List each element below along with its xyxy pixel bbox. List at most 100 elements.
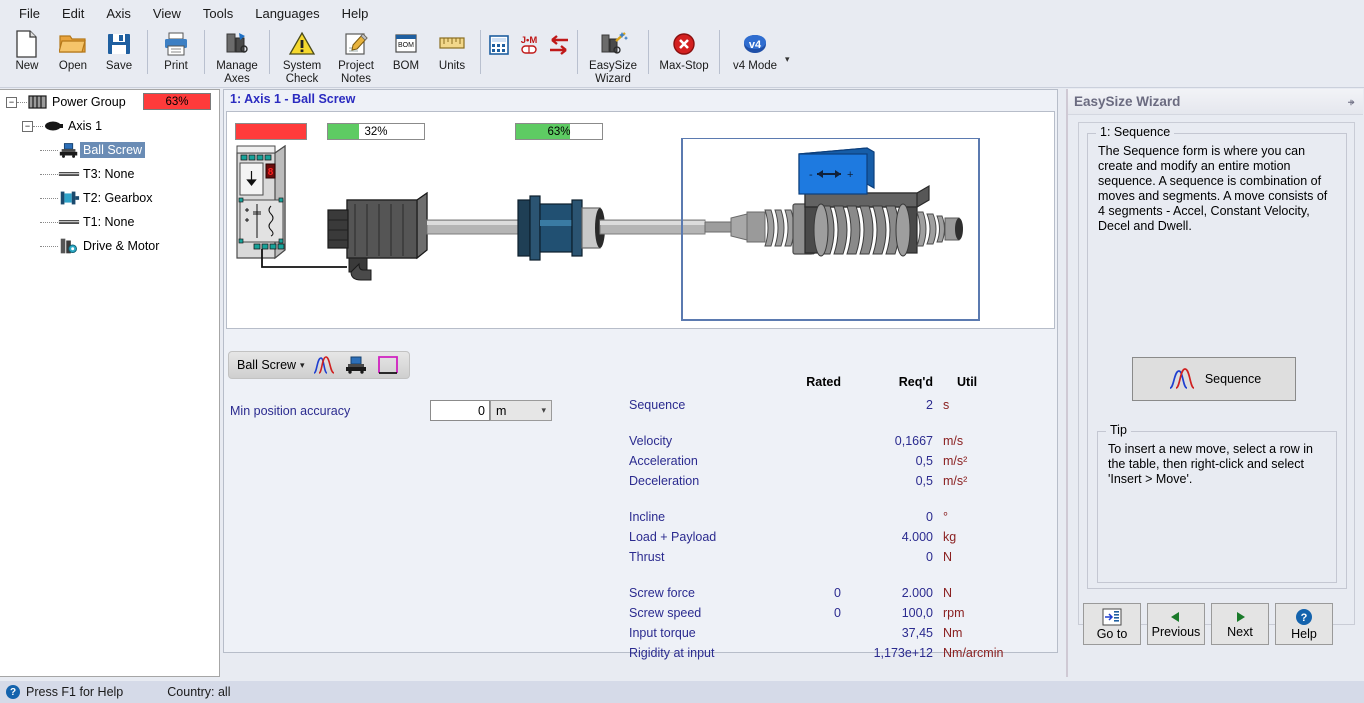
row-label: Screw speed bbox=[629, 606, 702, 620]
tree-node-t2-gearbox[interactable]: T2: Gearbox bbox=[0, 186, 219, 210]
easysize-wizard-panel: EasySize Wizard ⍆ 1: Sequence The Sequen… bbox=[1066, 89, 1363, 677]
v4-mode-dropdown-caret[interactable]: ▾ bbox=[785, 26, 790, 65]
tree-node-t3[interactable]: T3: None bbox=[0, 162, 219, 186]
tree-node-power-group[interactable]: − Power Group 63% bbox=[0, 90, 219, 114]
toolbar-open-button[interactable]: Open bbox=[50, 26, 96, 84]
arrows-swap-icon[interactable] bbox=[546, 32, 572, 58]
previous-button[interactable]: Previous bbox=[1147, 603, 1205, 645]
component-toolbar-caret[interactable]: ▾ bbox=[300, 360, 305, 371]
v4-badge-icon: v4 bbox=[742, 29, 768, 59]
row-reqd: 0,1667 bbox=[894, 434, 933, 448]
toolbar-separator-7 bbox=[719, 30, 720, 74]
table-row: Deceleration 0,5 m/s² bbox=[629, 471, 1049, 491]
warning-triangle-icon bbox=[288, 29, 316, 59]
jm-convert-icon[interactable]: J•M bbox=[516, 32, 542, 58]
tree-node-t3-label: T3: None bbox=[83, 167, 135, 181]
wizard-tip-text: To insert a new move, select a row in th… bbox=[1108, 442, 1313, 486]
menu-item-languages[interactable]: Languages bbox=[244, 2, 330, 25]
toolbar-save-button[interactable]: Save bbox=[96, 26, 142, 84]
gearbox-graphic bbox=[517, 195, 605, 261]
toolbar-project-notes-button[interactable]: Project Notes bbox=[329, 26, 383, 85]
tree-node-t2-gearbox-label: T2: Gearbox bbox=[83, 191, 153, 205]
wizard-tip-legend: Tip bbox=[1106, 423, 1131, 437]
wizard-title-bar: EasySize Wizard ⍆ bbox=[1068, 89, 1363, 115]
toolbar-v4-mode-label: v4 Mode bbox=[732, 60, 778, 72]
row-unit: m/s bbox=[943, 434, 964, 448]
manage-axes-icon bbox=[223, 29, 251, 59]
calculator-icon[interactable] bbox=[486, 32, 512, 58]
next-button[interactable]: Next bbox=[1211, 603, 1269, 645]
toolbar-system-check-button[interactable]: System Check bbox=[275, 26, 329, 85]
toolbar-units-button[interactable]: Units bbox=[429, 26, 475, 84]
min-position-accuracy-unit-select[interactable]: m ▾ bbox=[490, 400, 552, 421]
toolbar-max-stop-button[interactable]: Max-Stop bbox=[654, 26, 714, 84]
menu-item-help[interactable]: Help bbox=[331, 2, 380, 25]
toolbar-bom-button[interactable]: BOM BOM bbox=[383, 26, 429, 84]
svg-text:?: ? bbox=[1301, 612, 1308, 624]
toolbar-print-button[interactable]: Print bbox=[153, 26, 199, 84]
goto-button[interactable]: Go to bbox=[1083, 603, 1141, 645]
row-reqd: 37,45 bbox=[901, 626, 933, 640]
row-reqd: 0,5 bbox=[915, 474, 933, 488]
power-group-expander-icon[interactable]: − bbox=[6, 96, 17, 108]
row-unit: Nm bbox=[943, 626, 963, 640]
previous-button-label: Previous bbox=[1151, 624, 1201, 639]
load-window-button[interactable] bbox=[375, 354, 401, 376]
chevron-down-icon: ▾ bbox=[541, 405, 546, 415]
next-button-label: Next bbox=[1227, 624, 1253, 639]
wizard-tip-groupbox: Tip To insert a new move, select a row i… bbox=[1097, 423, 1337, 583]
toolbar-open-label: Open bbox=[58, 60, 88, 72]
motion-profile-button[interactable] bbox=[311, 354, 337, 376]
menu-item-axis[interactable]: Axis bbox=[95, 2, 142, 25]
toolbar-manage-axes-button[interactable]: Manage Axes bbox=[210, 26, 264, 85]
menu-item-tools[interactable]: Tools bbox=[192, 2, 244, 25]
tree-node-ball-screw[interactable]: Ball Screw bbox=[0, 138, 219, 162]
toolbar-v4-mode-button[interactable]: v4 v4 Mode bbox=[725, 26, 785, 84]
toolbar-project-notes-label-2: Notes bbox=[340, 72, 372, 85]
toolbar-easysize-label-1: EasySize bbox=[589, 60, 637, 72]
drive-utilization-label bbox=[236, 124, 306, 139]
max-stop-icon bbox=[671, 29, 697, 59]
toolbar-separator-6 bbox=[648, 30, 649, 74]
row-unit: N bbox=[943, 550, 953, 564]
row-reqd: 2 bbox=[926, 398, 933, 412]
min-position-accuracy-input[interactable]: 0 bbox=[430, 400, 490, 421]
status-bar: ? Press F1 for Help Country: all bbox=[0, 681, 1364, 703]
row-label: Thrust bbox=[629, 550, 665, 564]
tree-node-t1[interactable]: T1: None bbox=[0, 210, 219, 234]
sequence-button-label: Sequence bbox=[1204, 372, 1262, 386]
row-reqd: 0 bbox=[926, 510, 933, 524]
tree-node-axis-1[interactable]: − Axis 1 bbox=[0, 114, 219, 138]
menu-item-edit[interactable]: Edit bbox=[51, 2, 95, 25]
tree-connector-line bbox=[40, 149, 58, 151]
menu-item-file[interactable]: File bbox=[8, 2, 51, 25]
menu-item-view[interactable]: View bbox=[142, 2, 192, 25]
component-toolbar-title: Ball Screw bbox=[237, 358, 297, 372]
row-unit: Nm/arcmin bbox=[943, 646, 1004, 660]
table-row: Screw speed 0 100,0 rpm bbox=[629, 603, 1049, 623]
row-label: Screw force bbox=[629, 586, 695, 600]
ball-screw-button[interactable] bbox=[343, 354, 369, 376]
axis-1-expander-icon[interactable]: − bbox=[22, 120, 33, 132]
wizard-navigation-buttons: Go to Previous Next ? Help bbox=[1083, 603, 1333, 645]
pin-icon[interactable]: ⍆ bbox=[1347, 94, 1355, 110]
help-circle-icon: ? bbox=[6, 685, 20, 699]
sequence-button[interactable]: Sequence bbox=[1132, 357, 1296, 401]
table-row: Sequence 2 s bbox=[629, 395, 1049, 415]
row-unit: N bbox=[943, 586, 953, 600]
tree-node-drive-motor[interactable]: Drive & Motor bbox=[0, 234, 219, 258]
toolbar-max-stop-label: Max-Stop bbox=[659, 60, 709, 72]
toolbar-easysize-wizard-button[interactable]: EasySize Wizard bbox=[583, 26, 643, 85]
triangle-right-icon bbox=[1237, 611, 1245, 622]
toolbar-project-notes-label-1: Project bbox=[338, 60, 374, 72]
toolbar-separator-5 bbox=[577, 30, 578, 74]
row-label: Acceleration bbox=[629, 454, 698, 468]
open-folder-icon bbox=[59, 29, 87, 59]
row-unit: m/s² bbox=[943, 454, 968, 468]
power-group-badge-text: 63% bbox=[165, 95, 189, 108]
tree-node-axis-1-label: Axis 1 bbox=[68, 119, 103, 133]
help-button[interactable]: ? Help bbox=[1275, 603, 1333, 645]
row-rated: 0 bbox=[834, 606, 841, 620]
toolbar-new-button[interactable]: New bbox=[4, 26, 50, 84]
wizard-step-description: The Sequence form is where you can creat… bbox=[1098, 144, 1328, 233]
